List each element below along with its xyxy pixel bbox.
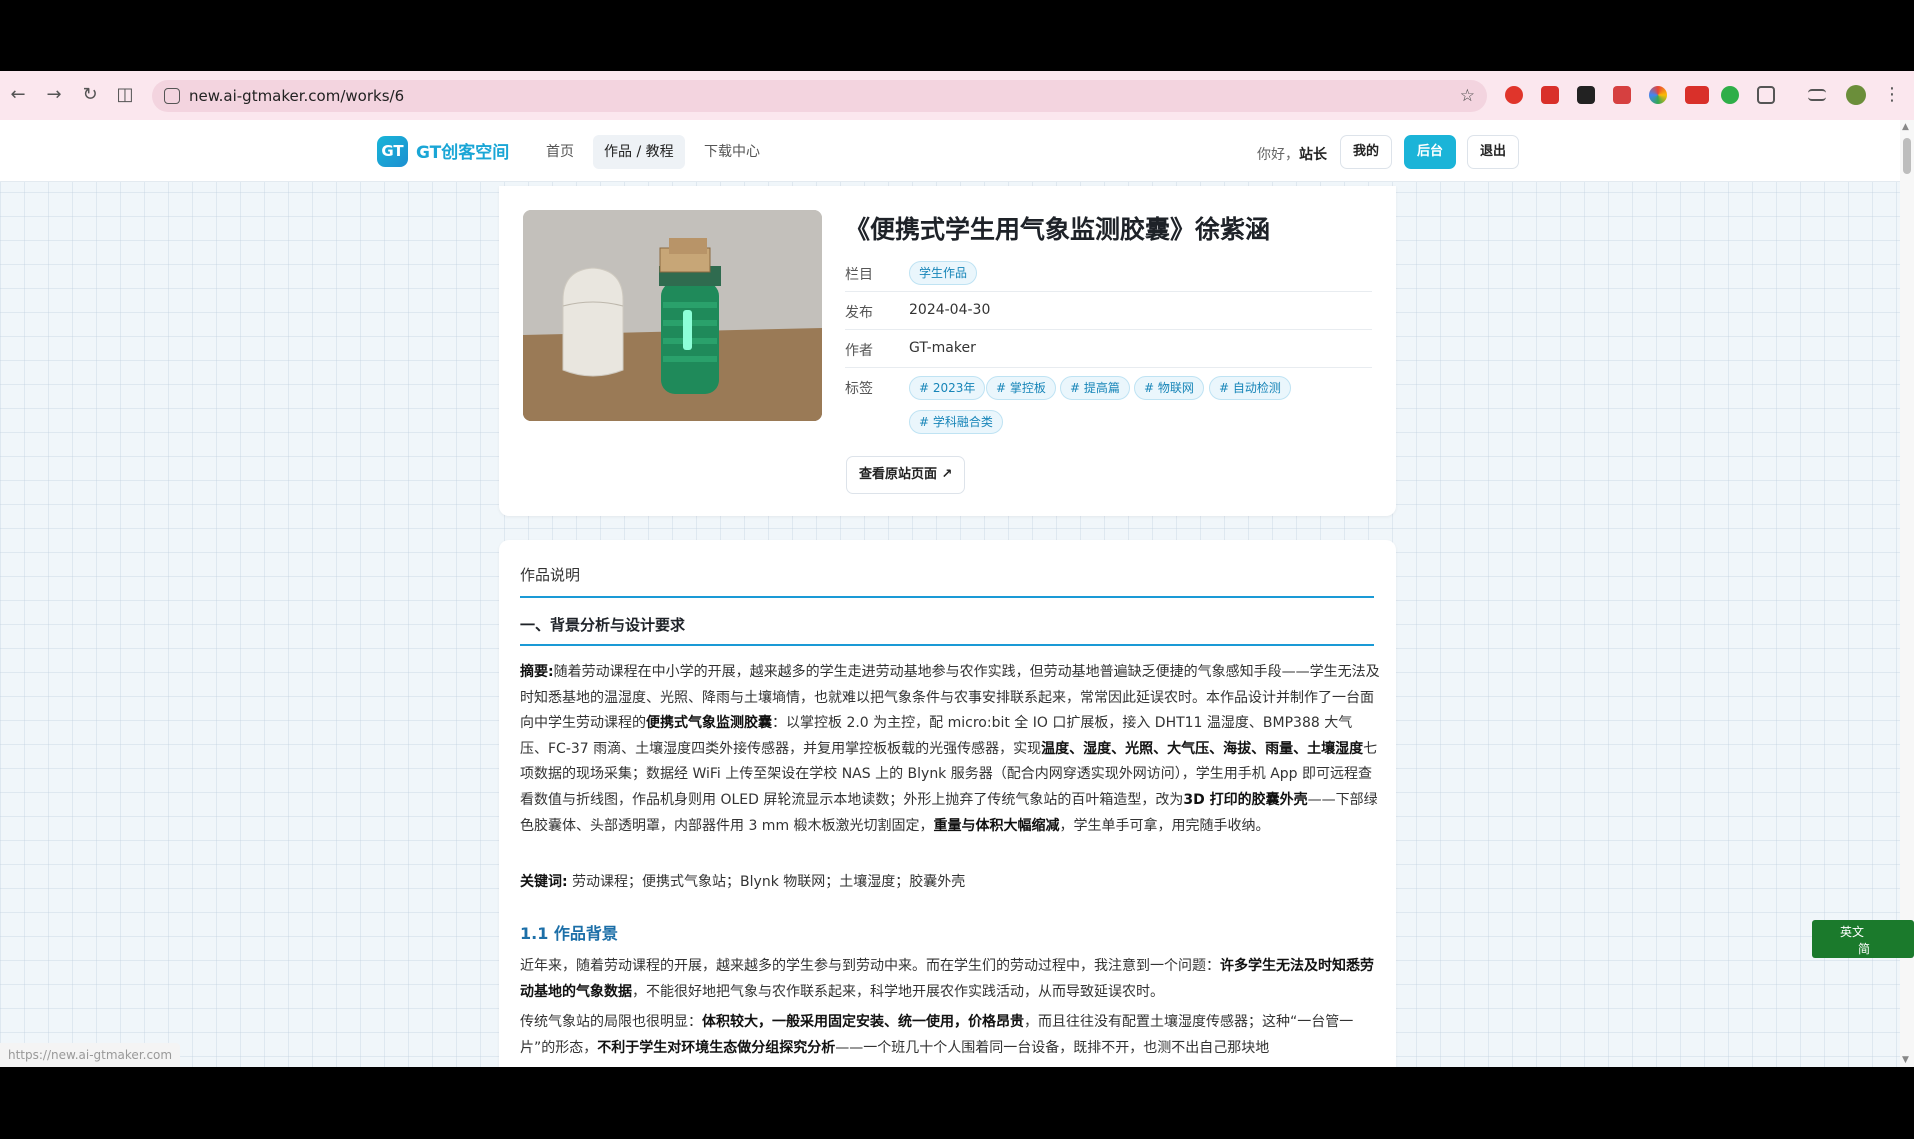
section-divider [520,596,1374,598]
heading-work-background: 1.1 作品背景 [520,924,618,943]
meta-label: 标签 [845,381,873,397]
reading-list-icon[interactable] [1808,89,1826,101]
my-button[interactable]: 我的 [1340,135,1393,169]
adblock-icon[interactable] [1505,86,1523,104]
ime-toolbar[interactable]: 英文 简 [1812,920,1914,958]
bookmark-star-icon[interactable]: ☆ [1460,80,1475,112]
article-card: 作品说明 一、背景分析与设计要求 摘要:随着劳动课程在中小学的开展，越来越多的学… [499,540,1396,1067]
browser-toolbar: ← → ↻ ◫ new.ai-gtmaker.com/works/6 ☆ ⋮ [0,71,1914,120]
nav-downloads[interactable]: 下载中心 [693,135,771,169]
ime-mode-label[interactable]: 英文 [1840,923,1864,940]
meta-author-row: 作者 GT-maker [845,330,1372,368]
menu-icon[interactable]: ⋮ [1880,83,1904,107]
user-name: 站长 [1299,147,1327,163]
admin-button[interactable]: 后台 [1404,135,1457,169]
forward-icon[interactable]: → [42,83,66,107]
new-badge-icon[interactable] [1685,86,1709,104]
nav-home[interactable]: 首页 [535,135,585,169]
back-icon[interactable]: ← [6,83,30,107]
page-viewport: GT GT创客空间 首页 作品 / 教程 下载中心 你好，站长 我的 后台 退出 [0,120,1914,1067]
split-view-icon[interactable]: ◫ [113,83,137,107]
abstract-paragraph: 摘要:随着劳动课程在中小学的开展，越来越多的学生走进劳动基地参与农作实践，但劳动… [520,664,1380,834]
background-paragraph-1: 近年来，随着劳动课程的开展，越来越多的学生参与到劳动中来。而在学生们的劳动过程中… [520,958,1374,1000]
site-logo-text[interactable]: GT创客空间 [416,138,509,163]
column-badge[interactable]: 学生作品 [909,261,978,285]
puzzle-icon[interactable] [1757,86,1775,104]
ime-simplified-label[interactable]: 简 [1858,940,1870,957]
profile-avatar[interactable] [1846,85,1866,105]
work-info-card: 《便携式学生用气象监测胶囊》徐紫涵 栏目 学生作品 发布 2024-04-30 … [499,186,1396,516]
background-paragraph-2: 传统气象站的局限也很明显：体积较大，一般采用固定安装、统一使用，价格昂贵，而且往… [520,1014,1354,1056]
pdf-icon[interactable] [1541,86,1559,104]
tag-chip[interactable]: # 物联网 [1134,376,1204,400]
tag-chip[interactable]: # 提高篇 [1060,376,1130,400]
red-ext-icon[interactable] [1577,86,1595,104]
scrollbar-thumb[interactable] [1903,138,1911,174]
meta-label: 作者 [845,343,873,359]
site-info-icon[interactable] [164,88,180,104]
green-ext-icon[interactable] [1721,86,1739,104]
tag-chip[interactable]: # 自动检测 [1209,376,1291,400]
work-photo [523,210,822,421]
published-date: 2024-04-30 [909,302,991,318]
meta-tags-row: 标签 # 2023年 # 掌控板 # 提高篇 # 物联网 # 自动检测 # 学科… [845,368,1372,448]
section-label: 作品说明 [520,566,581,584]
url-text[interactable]: new.ai-gtmaker.com/works/6 [189,80,404,112]
chrome-color-icon[interactable] [1649,86,1667,104]
nav-works[interactable]: 作品 / 教程 [593,135,685,169]
heading-divider [520,644,1374,646]
author-name: GT-maker [909,340,976,356]
meta-column-row: 栏目 学生作品 [845,254,1372,292]
user-greeting: 你好，站长 [1257,147,1327,163]
meta-published-row: 发布 2024-04-30 [845,292,1372,330]
meta-label: 发布 [845,305,873,321]
keywords-line: 关键词: 劳动课程；便携式气象站；Blynk 物联网；土壤湿度；胶囊外壳 [520,874,966,890]
status-bar-url: https://new.ai-gtmaker.com [0,1043,181,1067]
view-original-button[interactable]: 查看原站页面 ↗ [846,456,966,494]
heading-background: 一、背景分析与设计要求 [520,616,686,634]
meta-label: 栏目 [845,267,873,283]
red-ext2-icon[interactable] [1613,86,1631,104]
site-logo-icon[interactable]: GT [377,136,408,167]
tag-chip[interactable]: # 2023年 [909,376,986,400]
site-header: GT GT创客空间 首页 作品 / 教程 下载中心 你好，站长 我的 后台 退出 [0,120,1900,182]
tag-chip[interactable]: # 掌控板 [986,376,1056,400]
reload-icon[interactable]: ↻ [78,83,102,107]
logout-button[interactable]: 退出 [1467,135,1520,169]
work-title: 《便携式学生用气象监测胶囊》徐紫涵 [845,215,1271,244]
address-bar[interactable]: new.ai-gtmaker.com/works/6 ☆ [152,80,1487,112]
tag-chip[interactable]: # 学科融合类 [909,410,1003,434]
